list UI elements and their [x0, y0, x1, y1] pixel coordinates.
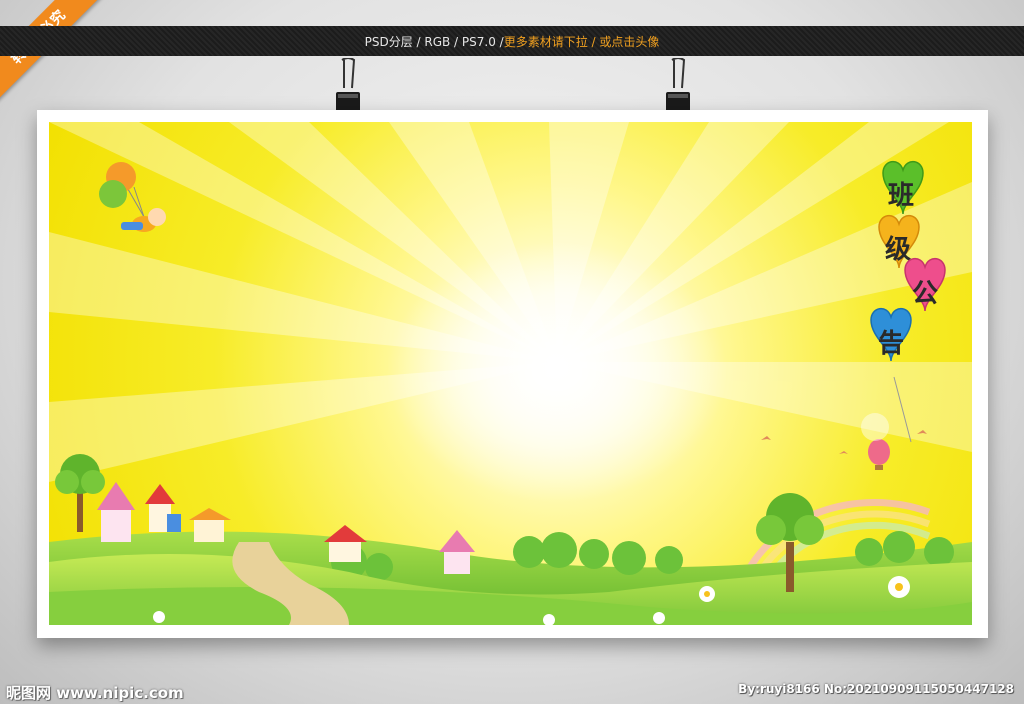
heart-char-3: 公 — [912, 279, 938, 309]
bubble — [861, 413, 889, 441]
scene-illustration: 班 级 公 告 — [49, 122, 972, 625]
watermark-right: By:ruyi8166 No:20210909115050447128 — [738, 682, 1014, 696]
hot-air-balloon-icon — [868, 439, 890, 470]
poster-board: 班 级 公 告 — [37, 110, 988, 638]
banner-text-orange: 更多素材请下拉 / 或点击头像 — [503, 34, 660, 49]
house-pink — [97, 482, 135, 542]
sun-glow — [387, 242, 727, 502]
house-middle — [324, 525, 367, 562]
heart-4: 告 — [870, 308, 912, 362]
banner-text-main: PSD分层 / RGB / PS7.0 / — [364, 34, 504, 49]
house-red-roof — [145, 484, 181, 532]
heart-char-2: 级 — [885, 234, 911, 265]
heart-char-1: 班 — [888, 181, 914, 211]
watermark-left: 昵图网 www.nipic.com — [6, 684, 184, 702]
heart-char-4: 告 — [878, 329, 904, 359]
poster-scene: 班 级 公 告 — [49, 122, 972, 625]
top-banner: PSD分层 / RGB / PS7.0 / 更多素材请下拉 / 或点击头像 — [0, 26, 1024, 56]
heart-3: 公 — [904, 258, 946, 312]
house-mushroom — [439, 530, 475, 574]
tree-left — [55, 454, 105, 532]
